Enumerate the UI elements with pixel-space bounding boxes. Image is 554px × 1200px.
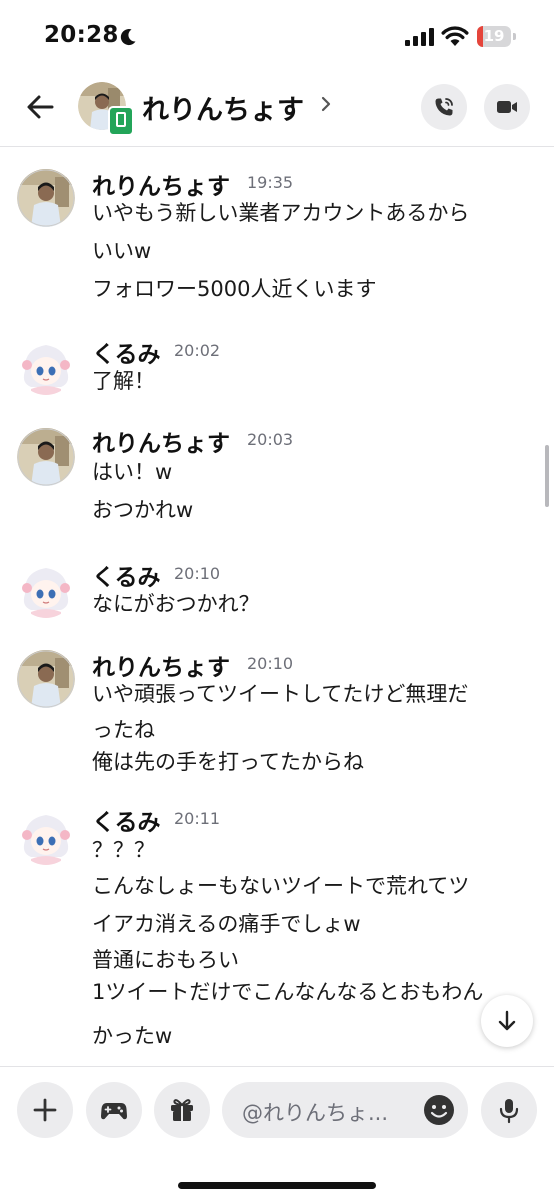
- message-timestamp: 20:03: [247, 430, 294, 449]
- message-author[interactable]: れりんちょす: [92, 167, 230, 201]
- wifi-icon: [441, 26, 469, 46]
- message-author[interactable]: れりんちょす: [92, 648, 230, 682]
- chat-header: れりんちょす: [0, 72, 554, 147]
- message-text: ったね: [92, 718, 155, 742]
- mobile-status-icon: [108, 106, 134, 136]
- gift-icon: [171, 1099, 193, 1121]
- message-text: はい！w: [92, 460, 173, 484]
- message-text: 1ツイートだけでこんなんなるとおもわん: [92, 980, 484, 1004]
- gamepad-icon: [101, 1103, 127, 1120]
- avatar[interactable]: [17, 337, 75, 395]
- back-arrow-icon[interactable]: [22, 89, 58, 125]
- header-username[interactable]: れりんちょす: [142, 88, 304, 127]
- plus-icon: [33, 1098, 57, 1122]
- moon-icon: [120, 29, 136, 46]
- activities-button[interactable]: [86, 1082, 142, 1138]
- message-author[interactable]: くるみ: [92, 558, 161, 592]
- message-text: 俺は先の手を打ってたからね: [92, 750, 364, 774]
- microphone-icon: [499, 1099, 519, 1124]
- message-input-placeholder: @れりんちょ...: [242, 1101, 389, 1125]
- message-text: いや頑張ってツイートしてたけど無理だ: [92, 682, 469, 706]
- message-text: フォロワー5000人近くいます: [92, 277, 377, 301]
- message-author[interactable]: くるみ: [92, 803, 161, 837]
- avatar[interactable]: [17, 650, 75, 708]
- status-time: 20:28: [44, 22, 119, 48]
- gift-button[interactable]: [154, 1082, 210, 1138]
- voice-message-button[interactable]: [481, 1082, 537, 1138]
- avatar[interactable]: [17, 169, 75, 227]
- message-timestamp: 20:10: [247, 654, 294, 673]
- video-call-icon: [497, 101, 517, 113]
- voice-call-button[interactable]: [421, 84, 467, 130]
- message-author[interactable]: れりんちょす: [92, 424, 230, 458]
- message-text: いやもう新しい業者アカウントあるから: [92, 201, 470, 225]
- battery-icon: 19: [477, 26, 517, 47]
- chevron-right-icon[interactable]: [320, 94, 332, 114]
- battery-level: 19: [483, 27, 505, 45]
- home-indicator: [178, 1182, 376, 1189]
- signal-icon: [405, 28, 434, 46]
- message-timestamp: 20:10: [174, 564, 221, 583]
- message-timestamp: 19:35: [247, 173, 294, 192]
- arrow-down-icon: [498, 1010, 516, 1031]
- message-text: ？？？: [92, 838, 155, 862]
- jump-to-latest-button[interactable]: [481, 995, 533, 1047]
- message-text: イアカ消えるの痛手でしょw: [92, 912, 361, 936]
- scrollbar[interactable]: [545, 445, 549, 507]
- video-call-button[interactable]: [484, 84, 530, 130]
- message-timestamp: 20:02: [174, 341, 221, 360]
- message-text: 普通におもろい: [92, 948, 239, 972]
- message-text: おつかれw: [92, 498, 194, 522]
- emoji-icon[interactable]: [423, 1094, 455, 1126]
- avatar[interactable]: [17, 560, 75, 618]
- avatar[interactable]: [17, 807, 75, 865]
- voice-call-icon: [435, 98, 453, 116]
- message-text: いいw: [92, 239, 152, 263]
- status-bar: 20:28 19: [0, 0, 554, 72]
- avatar[interactable]: [17, 428, 75, 486]
- message-list[interactable]: れりんちょす 19:35 いやもう新しい業者アカウントあるから いいw フォロワ…: [0, 147, 554, 1065]
- attach-button[interactable]: [17, 1082, 73, 1138]
- message-author[interactable]: くるみ: [92, 335, 161, 369]
- message-text: 了解！: [92, 369, 155, 393]
- message-input[interactable]: @れりんちょ...: [222, 1082, 468, 1138]
- message-text: かったw: [92, 1024, 173, 1048]
- input-bar: @れりんちょ...: [0, 1066, 554, 1200]
- message-timestamp: 20:11: [174, 809, 221, 828]
- message-text: なにがおつかれ？: [92, 592, 260, 616]
- message-text: こんなしょーもないツイートで荒れてツ: [92, 874, 470, 898]
